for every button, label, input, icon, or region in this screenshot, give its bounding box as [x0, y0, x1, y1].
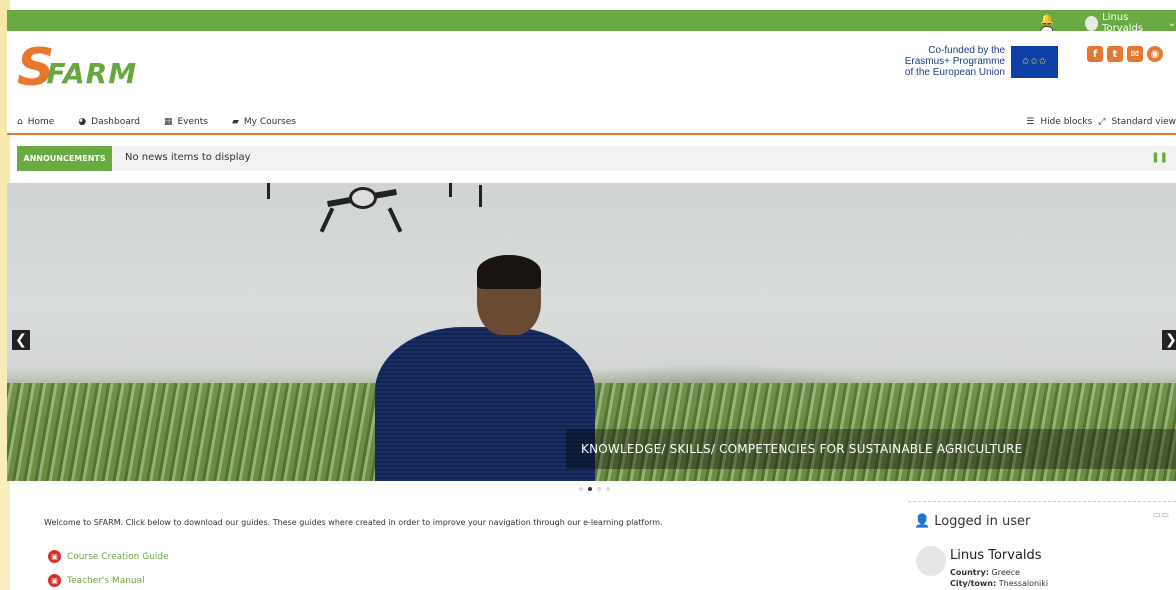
- pdf-icon: ▣: [48, 574, 61, 587]
- eu-line-3: of the European Union: [904, 67, 1005, 78]
- hero-slider: KNOWLEDGE/ SKILLS/ COMPETENCIES FOR SUST…: [7, 183, 1176, 481]
- slider-prev-button[interactable]: ❮: [12, 330, 30, 350]
- announcements-bar: ANNOUNCEMENTS No news items to display ❚…: [17, 146, 1176, 171]
- announcements-text: No news items to display: [125, 152, 251, 163]
- slider-dot[interactable]: [606, 487, 610, 491]
- pause-icon[interactable]: ❚❚: [1151, 152, 1168, 163]
- briefcase-icon: ▰: [231, 117, 239, 127]
- nav-label: Dashboard: [91, 117, 140, 127]
- guide-label: Teacher's Manual: [67, 575, 145, 586]
- announcements-label: ANNOUNCEMENTS: [17, 146, 112, 171]
- nav-item-my-courses[interactable]: ▰ My Courses: [232, 117, 296, 127]
- nav-label: Events: [177, 117, 208, 127]
- dashboard-icon: ◕: [78, 117, 87, 127]
- guide-link-course-creation[interactable]: ▣ Course Creation Guide: [48, 550, 169, 563]
- chevron-down-icon: ⌄: [1167, 17, 1176, 29]
- view-controls: ☰ Hide blocks ⤢ Standard view: [1026, 117, 1176, 127]
- site-header: S FARM Co-funded by the Erasmus+ Program…: [7, 31, 1176, 111]
- eu-cofunded-text: Co-funded by the Erasmus+ Programme of t…: [877, 45, 1005, 78]
- slider-next-button[interactable]: ❯: [1162, 330, 1176, 350]
- eu-line-1: Co-funded by the: [928, 45, 1005, 56]
- calendar-icon: ▦: [163, 117, 173, 127]
- user-avatar-small: [1085, 15, 1099, 31]
- user-name[interactable]: Linus Torvalds: [950, 548, 1042, 563]
- slider-dot-active[interactable]: [588, 487, 592, 491]
- nav-item-dashboard[interactable]: ◕ Dashboard: [78, 117, 140, 127]
- home-icon: ⌂: [17, 117, 23, 127]
- block-controls-icon[interactable]: ▭▭: [1153, 510, 1170, 519]
- slider-dot[interactable]: [597, 487, 601, 491]
- eu-line-2: Erasmus+ Programme: [904, 56, 1005, 67]
- expand-icon: ⤢: [1098, 117, 1106, 127]
- slider-dot[interactable]: [579, 487, 583, 491]
- guide-link-teachers-manual[interactable]: ▣ Teacher's Manual: [48, 574, 145, 587]
- twitter-icon[interactable]: t: [1107, 46, 1123, 62]
- user-icon: 👤: [914, 514, 931, 529]
- avatar[interactable]: [916, 546, 946, 576]
- top-bar: 🔔💬 Linus Torvalds ⌄: [7, 10, 1176, 39]
- nav-label: My Courses: [243, 117, 296, 127]
- guide-label: Course Creation Guide: [67, 551, 169, 562]
- nav-item-events[interactable]: ▦ Events: [164, 117, 208, 127]
- nav-menu: ⌂ Home ◕ Dashboard ▦ Events ▰ My Courses: [17, 117, 296, 127]
- country-label: Country:: [950, 568, 989, 577]
- farmer-image: [365, 255, 595, 481]
- email-icon[interactable]: ✉: [1127, 46, 1143, 62]
- slide-caption: KNOWLEDGE/ SKILLS/ COMPETENCIES FOR SUST…: [566, 429, 1176, 469]
- facebook-icon[interactable]: f: [1087, 46, 1103, 62]
- user-country: Country: Greece: [950, 568, 1020, 577]
- user-city: City/town: Thessaloniki: [950, 579, 1048, 588]
- country-value: Greece: [991, 568, 1020, 577]
- sfarm-logo[interactable]: S FARM: [17, 42, 138, 94]
- city-value: Thessaloniki: [998, 579, 1049, 588]
- nav-label: Home: [27, 117, 55, 127]
- logo-text: FARM: [46, 57, 138, 90]
- welcome-text: Welcome to SFARM. Click below to downloa…: [44, 518, 663, 527]
- block-title: 👤 Logged in user: [914, 514, 1030, 529]
- pdf-icon: ▣: [48, 550, 61, 563]
- globe-icon[interactable]: ◉: [1147, 46, 1163, 62]
- social-links: f t ✉ ◉: [1087, 46, 1163, 62]
- drone-image: [267, 183, 482, 236]
- eu-flag-icon: ✩✩✩: [1011, 46, 1058, 78]
- hide-blocks-button[interactable]: Hide blocks: [1040, 117, 1092, 127]
- city-label: City/town:: [950, 579, 997, 588]
- standard-view-button[interactable]: Standard view: [1111, 117, 1176, 127]
- block-title-label: Logged in user: [934, 514, 1031, 529]
- slider-dots: [579, 487, 610, 491]
- main-navbar: ⌂ Home ◕ Dashboard ▦ Events ▰ My Courses…: [7, 111, 1176, 135]
- hide-blocks-icon: ☰: [1026, 117, 1035, 127]
- logged-in-user-block: ▭▭ 👤 Logged in user Linus Torvalds Count…: [908, 501, 1176, 590]
- nav-item-home[interactable]: ⌂ Home: [17, 117, 54, 127]
